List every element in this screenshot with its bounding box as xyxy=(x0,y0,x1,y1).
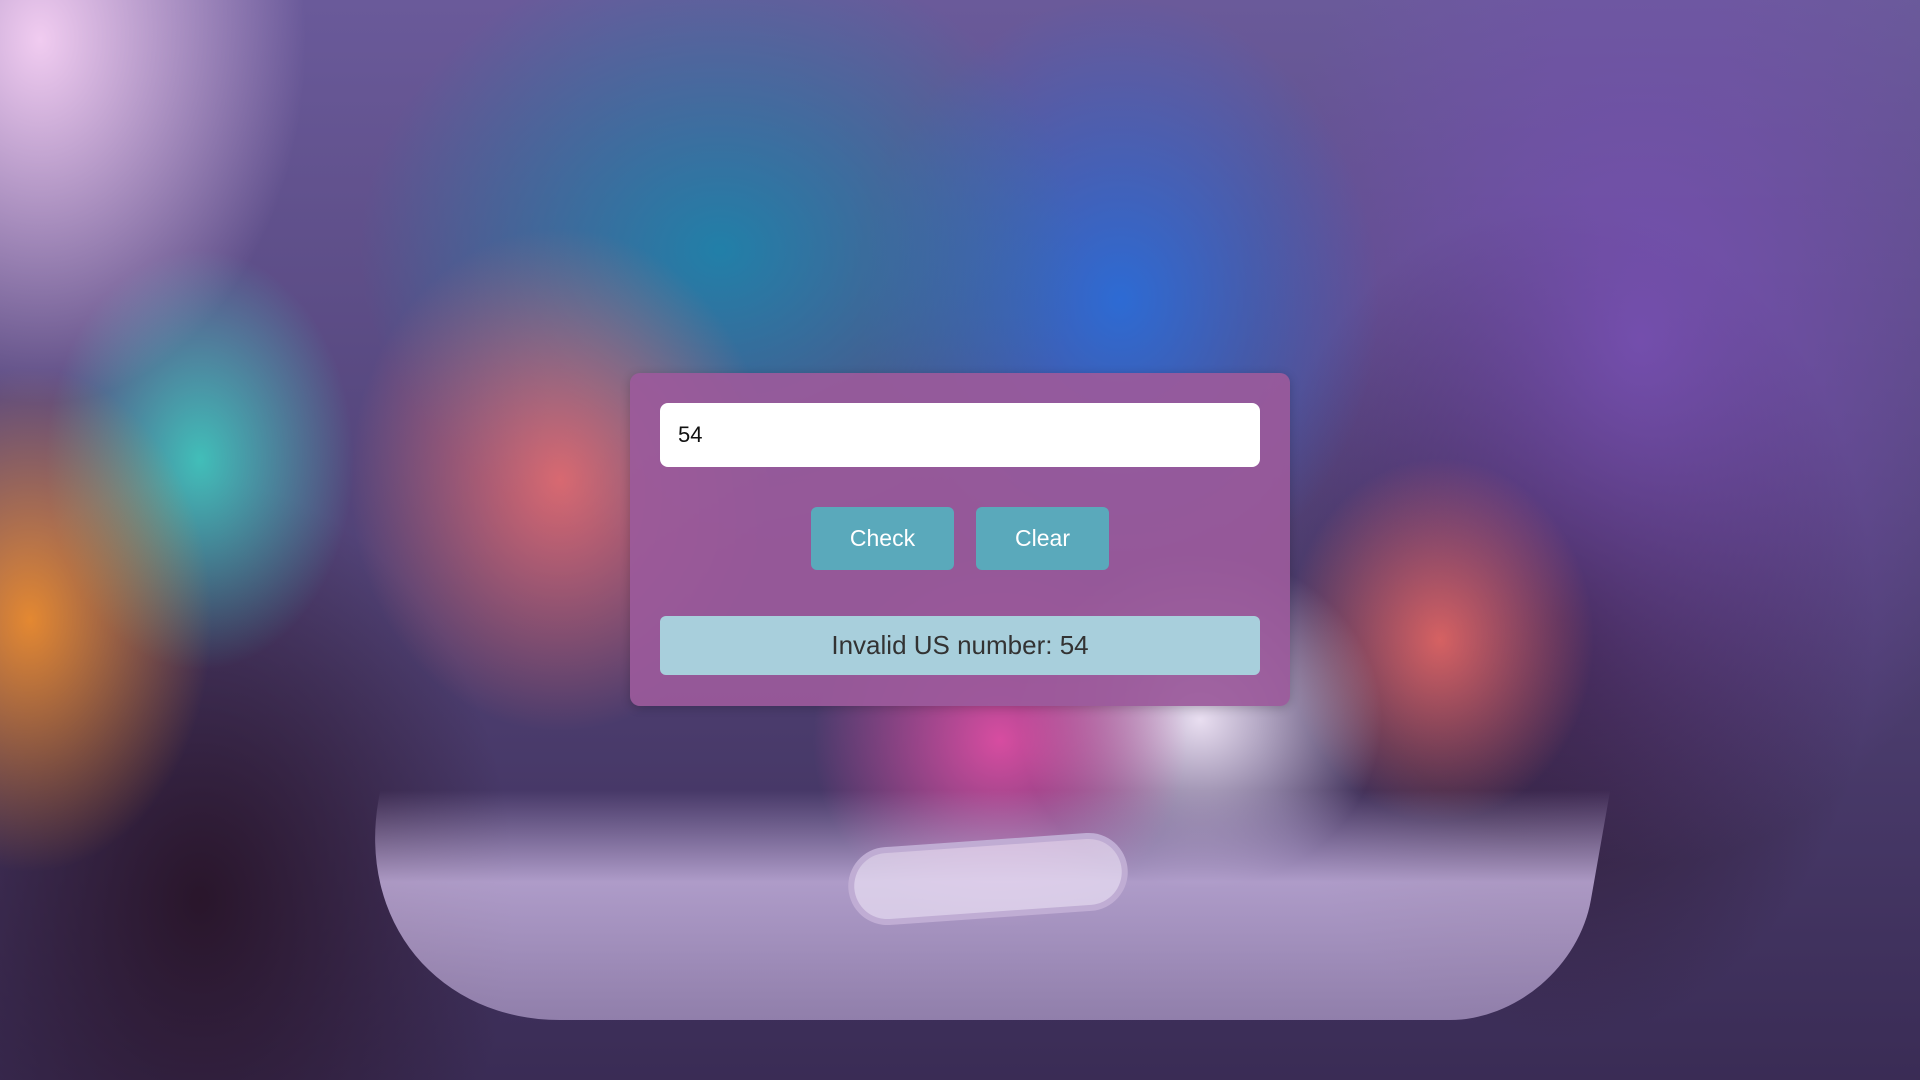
phone-validator-card: Check Clear Invalid US number: 54 xyxy=(630,373,1290,706)
phone-number-input[interactable] xyxy=(660,403,1260,467)
result-message: Invalid US number: 54 xyxy=(660,616,1260,675)
clear-button[interactable]: Clear xyxy=(976,507,1109,570)
check-button[interactable]: Check xyxy=(811,507,954,570)
